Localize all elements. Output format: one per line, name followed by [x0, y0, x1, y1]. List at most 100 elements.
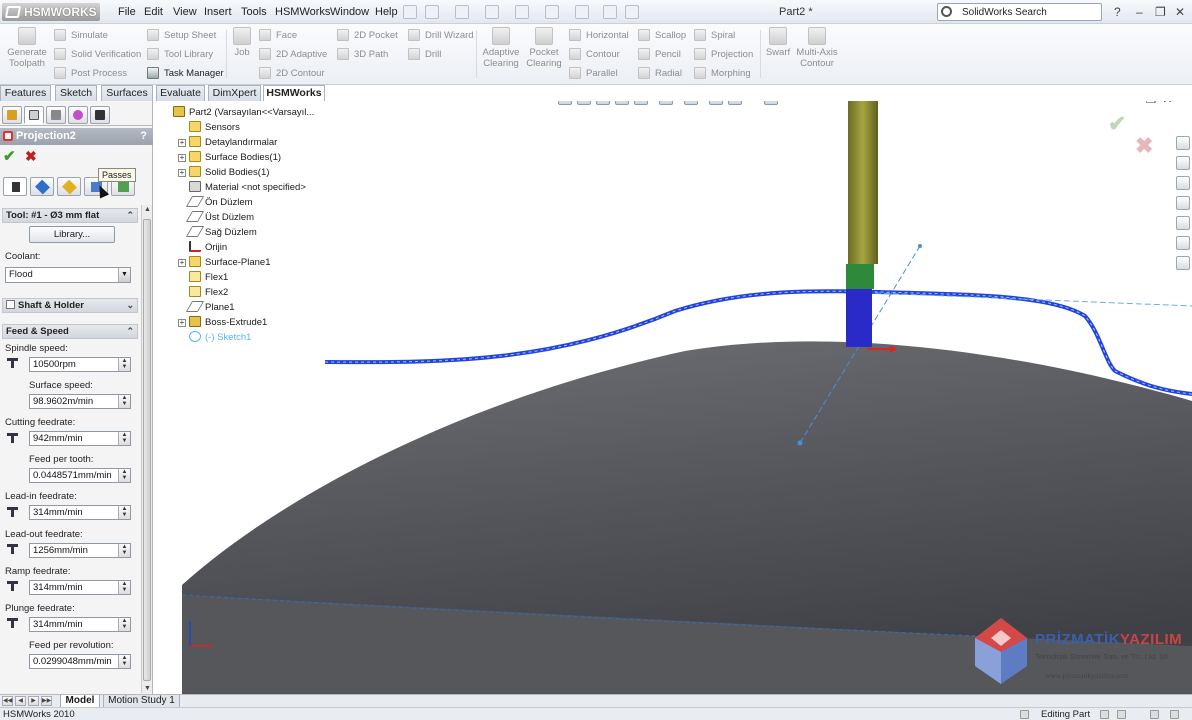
ramp-feedrate-field[interactable]: 314mm/min ▲ ▼ [29, 580, 131, 595]
display-style-icon[interactable] [659, 101, 673, 105]
expand-icon[interactable]: + [178, 139, 186, 147]
scallop-button[interactable]: Scallop [638, 29, 686, 41]
scroll-up-icon[interactable]: ▲ [144, 206, 151, 213]
multi-axis-contour-button[interactable]: Multi-Axis Contour [795, 27, 839, 69]
minimize-window-button[interactable]: – [1136, 6, 1143, 18]
tab-heights[interactable] [57, 177, 81, 196]
plunge-feedrate-field[interactable]: 314mm/min ▲ ▼ [29, 617, 131, 632]
radial-button[interactable]: Radial [638, 67, 682, 79]
pin-icon[interactable] [403, 5, 417, 19]
shaft-holder-checkbox[interactable] [6, 300, 15, 309]
horizontal-button[interactable]: Horizontal [569, 29, 629, 41]
view-palette-icon[interactable] [1176, 216, 1190, 230]
menu-insert[interactable]: Insert [204, 6, 232, 18]
surface-speed-field[interactable]: 98.9602m/min ▲ ▼ [29, 394, 131, 409]
coolant-select[interactable]: Flood ▼ [5, 267, 131, 283]
hide-show-icon[interactable] [684, 101, 698, 105]
apply-scene-icon[interactable] [728, 101, 742, 105]
2d-adaptive-button[interactable]: 2D Adaptive [259, 48, 327, 60]
cam-manager-tab[interactable] [90, 106, 110, 124]
setup-sheet-button[interactable]: Setup Sheet [147, 29, 216, 41]
expand-icon[interactable]: + [178, 319, 186, 327]
tree-item-part[interactable]: Part2 (Varsayılan<<Varsayıl... [173, 106, 314, 120]
feed-speed-section-header[interactable]: Feed & Speed ⌃ [2, 324, 138, 339]
job-button[interactable]: Job [230, 27, 254, 58]
restore-window-button[interactable]: ❐ [1155, 6, 1166, 18]
view-orientation-icon[interactable] [634, 101, 648, 105]
search-results-icon[interactable] [1176, 196, 1190, 210]
spindle-speed-field[interactable]: 10500rpm ▲ ▼ [29, 357, 131, 372]
tool-section-header[interactable]: Tool: #1 - Ø3 mm flat ⌃ [2, 208, 138, 223]
drill-button[interactable]: Drill [408, 48, 441, 60]
dimxpert-manager-tab[interactable] [68, 106, 88, 124]
open-document-icon[interactable] [455, 5, 469, 19]
task-manager-button[interactable]: Task Manager [147, 67, 224, 79]
scroll-down-icon[interactable]: ▼ [144, 685, 151, 692]
face-button[interactable]: Face [259, 29, 297, 41]
library-button[interactable]: Library... [29, 226, 115, 243]
spinner[interactable]: ▲ ▼ [118, 358, 130, 371]
feature-manager-tab[interactable] [2, 106, 22, 124]
options-icon[interactable] [625, 5, 639, 19]
simulate-button[interactable]: Simulate [54, 29, 108, 41]
panel-scrollbar[interactable]: ▲ ▼ [141, 205, 152, 693]
tab-features[interactable]: Features [0, 85, 51, 101]
next-tab-icon[interactable]: ▶ [28, 696, 39, 706]
notes-status-icon[interactable] [1170, 710, 1179, 719]
print-icon[interactable] [515, 5, 529, 19]
pencil-button[interactable]: Pencil [638, 48, 681, 60]
new-document-icon[interactable] [425, 5, 439, 19]
spiral-button[interactable]: Spiral [694, 29, 735, 41]
tree-item-sketch1[interactable]: (-) Sketch1 [189, 331, 251, 345]
configuration-manager-tab[interactable] [46, 106, 66, 124]
search-input[interactable]: SolidWorks Search [937, 3, 1102, 21]
tool-holder[interactable] [848, 101, 878, 264]
2d-pocket-button[interactable]: 2D Pocket [337, 29, 398, 41]
custom-properties-icon[interactable] [1176, 256, 1190, 270]
appearances-icon[interactable] [1176, 236, 1190, 250]
spinner[interactable]: ▲ ▼ [118, 506, 130, 519]
lead-out-feedrate-field[interactable]: 1256mm/min ▲ ▼ [29, 543, 131, 558]
cancel-button[interactable]: ✖ [25, 149, 37, 164]
cutting-feedrate-field[interactable]: 942mm/min ▲ ▼ [29, 431, 131, 446]
property-manager-tab[interactable] [24, 106, 44, 124]
viewport-window-controls[interactable]: –❐✕ [1133, 101, 1179, 106]
tab-tool[interactable] [3, 177, 27, 196]
menu-view[interactable]: View [173, 6, 197, 18]
ok-button[interactable]: ✔ [3, 149, 16, 164]
resources-home-icon[interactable] [1176, 136, 1190, 150]
confirm-corner-ok-icon[interactable]: ✔ [1108, 111, 1126, 137]
view-settings-icon[interactable] [764, 101, 778, 105]
tab-evaluate[interactable]: Evaluate [156, 85, 205, 101]
adaptive-clearing-button[interactable]: Adaptive Clearing [480, 27, 522, 69]
tree-item-surface-bodies[interactable]: + Surface Bodies(1) [178, 151, 281, 165]
tree-item-right-plane[interactable]: Sağ Düzlem [185, 226, 257, 240]
tree-item-annotations[interactable]: + Detaylandırmalar [178, 136, 277, 150]
menu-hsmworks[interactable]: HSMWorks [275, 6, 330, 18]
help-icon[interactable]: ? [140, 128, 147, 145]
menu-edit[interactable]: Edit [144, 6, 163, 18]
generate-toolpath-button[interactable]: Generate Toolpath [4, 27, 50, 69]
tree-item-front-plane[interactable]: Ön Düzlem [185, 196, 253, 210]
tree-item-material[interactable]: Material <not specified> [189, 181, 306, 195]
expand-icon[interactable]: + [178, 259, 186, 267]
drill-wizard-button[interactable]: Drill Wizard [408, 29, 474, 41]
menu-file[interactable]: File [118, 6, 136, 18]
last-tab-icon[interactable]: ▶▶ [41, 696, 52, 706]
tree-item-solid-bodies[interactable]: + Solid Bodies(1) [178, 166, 269, 180]
spinner[interactable]: ▲ ▼ [118, 581, 130, 594]
rebuild-status-icon[interactable] [1100, 710, 1109, 719]
parallel-button[interactable]: Parallel [569, 67, 618, 79]
tree-item-plane1[interactable]: Plane1 [185, 301, 235, 315]
scrollbar-thumb[interactable] [143, 219, 151, 681]
spinner[interactable]: ▲ ▼ [118, 432, 130, 445]
tree-item-flex1[interactable]: Flex1 [189, 271, 228, 285]
tab-geometry[interactable] [30, 177, 54, 196]
spinner[interactable]: ▲ ▼ [118, 395, 130, 408]
contour-button[interactable]: Contour [569, 48, 620, 60]
spinner[interactable]: ▲ ▼ [118, 618, 130, 631]
previous-view-icon[interactable] [596, 101, 610, 105]
feed-per-revolution-field[interactable]: 0.0299048mm/min ▲ ▼ [29, 654, 131, 669]
help-icon[interactable]: ? [1114, 6, 1121, 18]
tool-library-button[interactable]: Tool Library [147, 48, 213, 60]
